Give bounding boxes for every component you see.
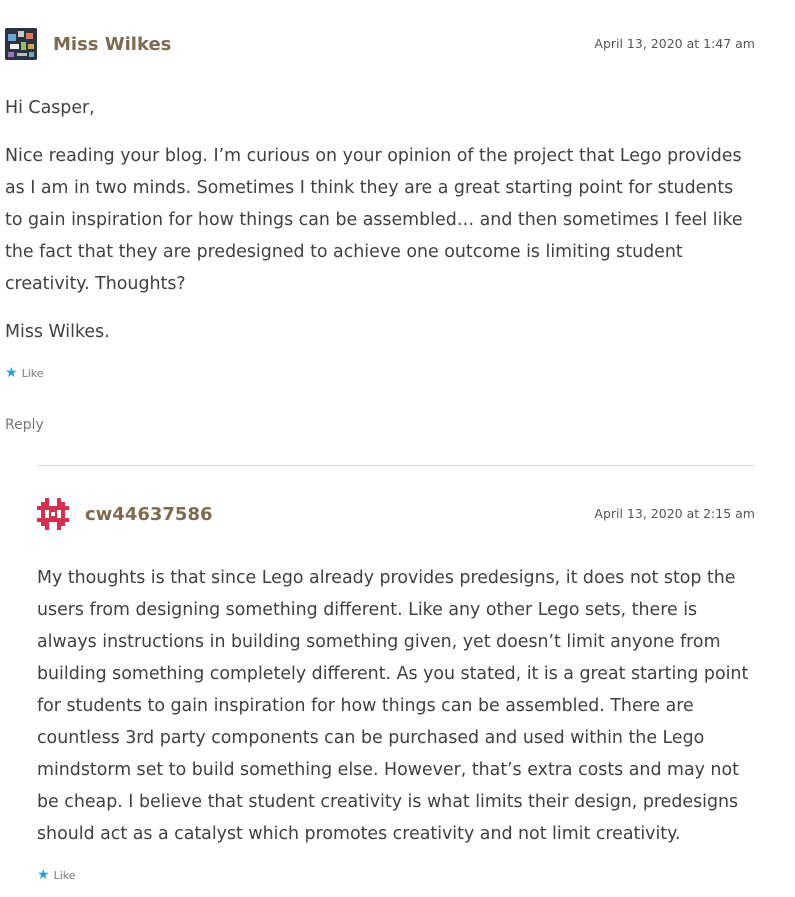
- comment-body: Hi Casper, Nice reading your blog. I’m c…: [5, 92, 755, 348]
- star-icon: ★: [37, 867, 50, 883]
- identicon-avatar: [37, 498, 69, 530]
- comment-date[interactable]: April 13, 2020 at 1:47 am: [594, 36, 755, 51]
- avatar[interactable]: [37, 498, 69, 530]
- user-avatar-image: [5, 28, 37, 60]
- comment-paragraph: Hi Casper,: [5, 98, 95, 118]
- comment-paragraph: Miss Wilkes.: [5, 322, 110, 342]
- comment-paragraph: My thoughts is that since Lego already p…: [37, 568, 749, 844]
- like-button[interactable]: ★ Like: [37, 868, 76, 882]
- star-icon: ★: [5, 365, 18, 381]
- comment-author[interactable]: Miss Wilkes: [53, 34, 171, 55]
- like-label: Like: [21, 366, 44, 380]
- comment-date[interactable]: April 13, 2020 at 2:15 am: [594, 506, 755, 521]
- like-button[interactable]: ★ Like: [5, 366, 44, 380]
- avatar[interactable]: [5, 28, 37, 60]
- comment-author[interactable]: cw44637586: [85, 504, 213, 525]
- reply-link[interactable]: Reply: [5, 417, 44, 433]
- comment-body: My thoughts is that since Lego already p…: [37, 562, 755, 850]
- like-label: Like: [53, 868, 76, 882]
- comment-paragraph: Nice reading your blog. I’m curious on y…: [5, 146, 743, 294]
- reply-divider: [37, 465, 755, 466]
